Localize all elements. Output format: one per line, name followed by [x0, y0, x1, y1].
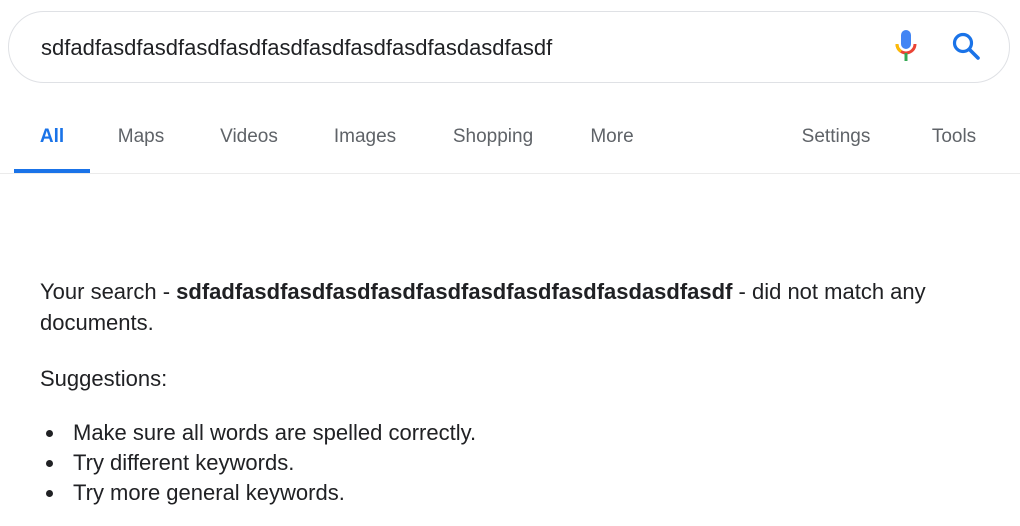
- list-item: Make sure all words are spelled correctl…: [40, 418, 1000, 448]
- active-tab-indicator: [14, 169, 90, 173]
- search-input[interactable]: [41, 28, 841, 68]
- suggestions-list: Make sure all words are spelled correctl…: [40, 418, 1000, 508]
- voice-search-button[interactable]: [886, 28, 926, 68]
- tab-shopping[interactable]: Shopping: [440, 100, 546, 173]
- suggestion-text: Make sure all words are spelled correctl…: [73, 420, 477, 445]
- list-item: Try more general keywords.: [40, 478, 1000, 508]
- bullet-icon: [46, 460, 53, 467]
- suggestions-heading: Suggestions:: [40, 366, 168, 391]
- microphone-icon: [895, 29, 917, 68]
- list-item: Try different keywords.: [40, 448, 1000, 478]
- search-results-page: All Maps Videos Images Shopping More Set…: [0, 0, 1020, 526]
- tab-maps[interactable]: Maps: [106, 100, 176, 173]
- no-results-query: sdfadfasdfasdfasdfasdfasdfasdfasdfasdfas…: [176, 279, 733, 304]
- search-bar[interactable]: [8, 11, 1010, 83]
- tab-videos[interactable]: Videos: [208, 100, 290, 173]
- tab-all[interactable]: All: [14, 100, 90, 173]
- no-results-message: Your search - sdfadfasdfasdfasdfasdfasdf…: [40, 276, 1000, 508]
- magnifier-icon: [951, 31, 981, 66]
- tab-more[interactable]: More: [578, 100, 646, 173]
- no-results-prefix: Your search -: [40, 279, 177, 304]
- search-tabs: All Maps Videos Images Shopping More Set…: [0, 100, 1020, 174]
- tab-settings[interactable]: Settings: [788, 100, 884, 173]
- suggestion-text: Try different keywords.: [73, 450, 295, 475]
- bullet-icon: [46, 490, 53, 497]
- bullet-icon: [46, 430, 53, 437]
- no-results-text: Your search - sdfadfasdfasdfasdfasdfasdf…: [40, 276, 1000, 338]
- suggestion-text: Try more general keywords.: [73, 480, 345, 505]
- tab-tools[interactable]: Tools: [919, 100, 989, 173]
- search-button[interactable]: [946, 28, 986, 68]
- tab-images[interactable]: Images: [322, 100, 408, 173]
